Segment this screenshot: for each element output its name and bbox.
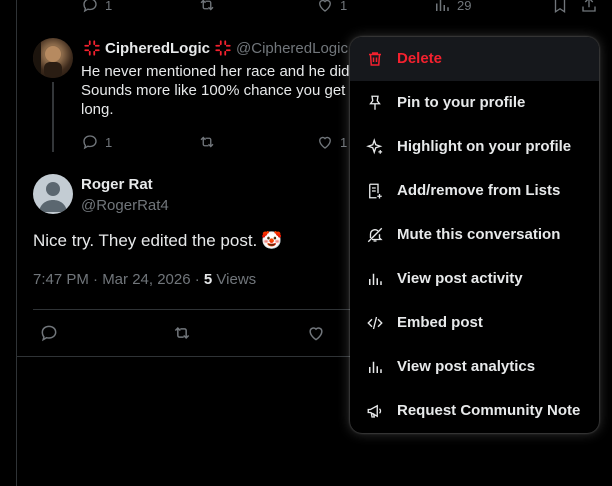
- reply1-line: He never mentioned her race and he did: [81, 63, 350, 80]
- reply1-like-count: 1: [340, 134, 348, 150]
- clown-emoji-icon: 🤡: [261, 231, 283, 251]
- post-repost-button[interactable]: [172, 323, 192, 343]
- top-reply-count: 1: [105, 0, 113, 13]
- reply1-reply-button[interactable]: 1: [81, 133, 112, 151]
- avatar-photo: [33, 38, 62, 78]
- menu-item-embed[interactable]: Embed post: [350, 301, 599, 345]
- reply1-like-button[interactable]: 1: [316, 133, 347, 151]
- menu-item-label: Embed post: [397, 314, 483, 331]
- post-handle[interactable]: @RogerRat4: [81, 197, 169, 214]
- reply-icon: [83, 0, 97, 13]
- reply1-line: Sounds more like 100% chance you get: [81, 82, 346, 99]
- menu-item-analytics[interactable]: View post analytics: [350, 345, 599, 389]
- repost-icon: [174, 326, 190, 340]
- post-text: Nice try. They edited the post. 🤡: [33, 231, 282, 251]
- heart-icon: [309, 327, 323, 341]
- reply1-reply-count: 1: [105, 134, 113, 150]
- menu-item-label: Mute this conversation: [397, 226, 561, 243]
- repost-icon: [200, 136, 214, 148]
- anger-symbol-icon: [215, 40, 231, 56]
- views-icon: [436, 0, 449, 11]
- megaphone-icon: [367, 404, 382, 418]
- heart-icon: [319, 136, 331, 149]
- post-views-label: Views: [212, 271, 257, 288]
- bookmark-icon: [554, 0, 566, 14]
- reply1-line: long.: [81, 101, 114, 118]
- menu-item-label: View post analytics: [397, 358, 536, 375]
- default-profile-icon: [39, 182, 67, 212]
- code-icon: [367, 316, 383, 330]
- divider: [33, 309, 363, 310]
- menu-item-mute[interactable]: Mute this conversation: [350, 213, 599, 257]
- top-views-count: 29: [457, 0, 472, 13]
- menu-item-activity[interactable]: View post activity: [350, 257, 599, 301]
- top-like-count: 1: [340, 0, 348, 13]
- divider: [17, 356, 357, 357]
- menu-item-pin[interactable]: Pin to your profile: [350, 81, 599, 125]
- menu-item-delete[interactable]: Delete: [350, 37, 599, 81]
- analytics-icon: [369, 361, 382, 373]
- mute-icon: [367, 227, 383, 243]
- post-text-body: Nice try. They edited the post.: [33, 231, 258, 250]
- top-share-button[interactable]: [580, 0, 598, 14]
- timeline-left-border: [16, 0, 17, 486]
- post-meta: 7:47 PM · Mar 24, 2026 · 5 Views: [33, 271, 256, 288]
- top-reply-button[interactable]: 1: [81, 0, 112, 14]
- post-reply-button[interactable]: [39, 323, 59, 343]
- reply1-header: CipheredLogic @CipheredLogic: [83, 39, 348, 57]
- list-icon: [369, 183, 382, 199]
- chart-icon: [369, 273, 382, 285]
- trash-icon: [369, 52, 381, 66]
- thread-line: [52, 82, 54, 152]
- post-timestamp[interactable]: 7:47 PM · Mar 24, 2026 ·: [33, 271, 204, 288]
- post-display-name[interactable]: Roger Rat: [81, 176, 153, 193]
- top-like-button[interactable]: 1: [316, 0, 347, 14]
- heart-icon: [319, 0, 331, 12]
- anger-symbol-icon: [84, 40, 100, 56]
- top-views-button[interactable]: 29: [433, 0, 471, 14]
- reply-icon: [41, 325, 57, 342]
- post-like-button[interactable]: [306, 323, 326, 343]
- reply1-display-name[interactable]: CipheredLogic: [105, 40, 210, 57]
- avatar[interactable]: [33, 38, 73, 78]
- reply1-handle[interactable]: @CipheredLogic: [236, 40, 348, 57]
- menu-item-community-note[interactable]: Request Community Note: [350, 389, 599, 433]
- avatar-default[interactable]: [33, 174, 73, 214]
- post-views-number: 5: [203, 271, 213, 288]
- menu-item-label: Add/remove from Lists: [397, 182, 561, 199]
- top-repost-button[interactable]: [198, 0, 216, 14]
- share-icon: [582, 0, 596, 12]
- menu-item-highlight[interactable]: Highlight on your profile: [350, 125, 599, 169]
- post-options-menu: Delete Pin to your profile Highlight on …: [350, 37, 599, 433]
- menu-item-label: Pin to your profile: [397, 94, 526, 111]
- reply-icon: [83, 135, 97, 150]
- sparkle-icon: [366, 138, 383, 155]
- menu-item-label: Highlight on your profile: [397, 138, 572, 155]
- reply1-text: He never mentioned her race and he did S…: [81, 62, 350, 119]
- menu-item-label: View post activity: [397, 270, 523, 287]
- menu-item-label: Delete: [397, 50, 443, 67]
- repost-icon: [200, 0, 214, 11]
- top-bookmark-button[interactable]: [551, 0, 569, 14]
- menu-item-lists[interactable]: Add/remove from Lists: [350, 169, 599, 213]
- reply1-repost-button[interactable]: [198, 133, 216, 151]
- pin-icon: [369, 95, 381, 110]
- menu-item-label: Request Community Note: [397, 402, 581, 419]
